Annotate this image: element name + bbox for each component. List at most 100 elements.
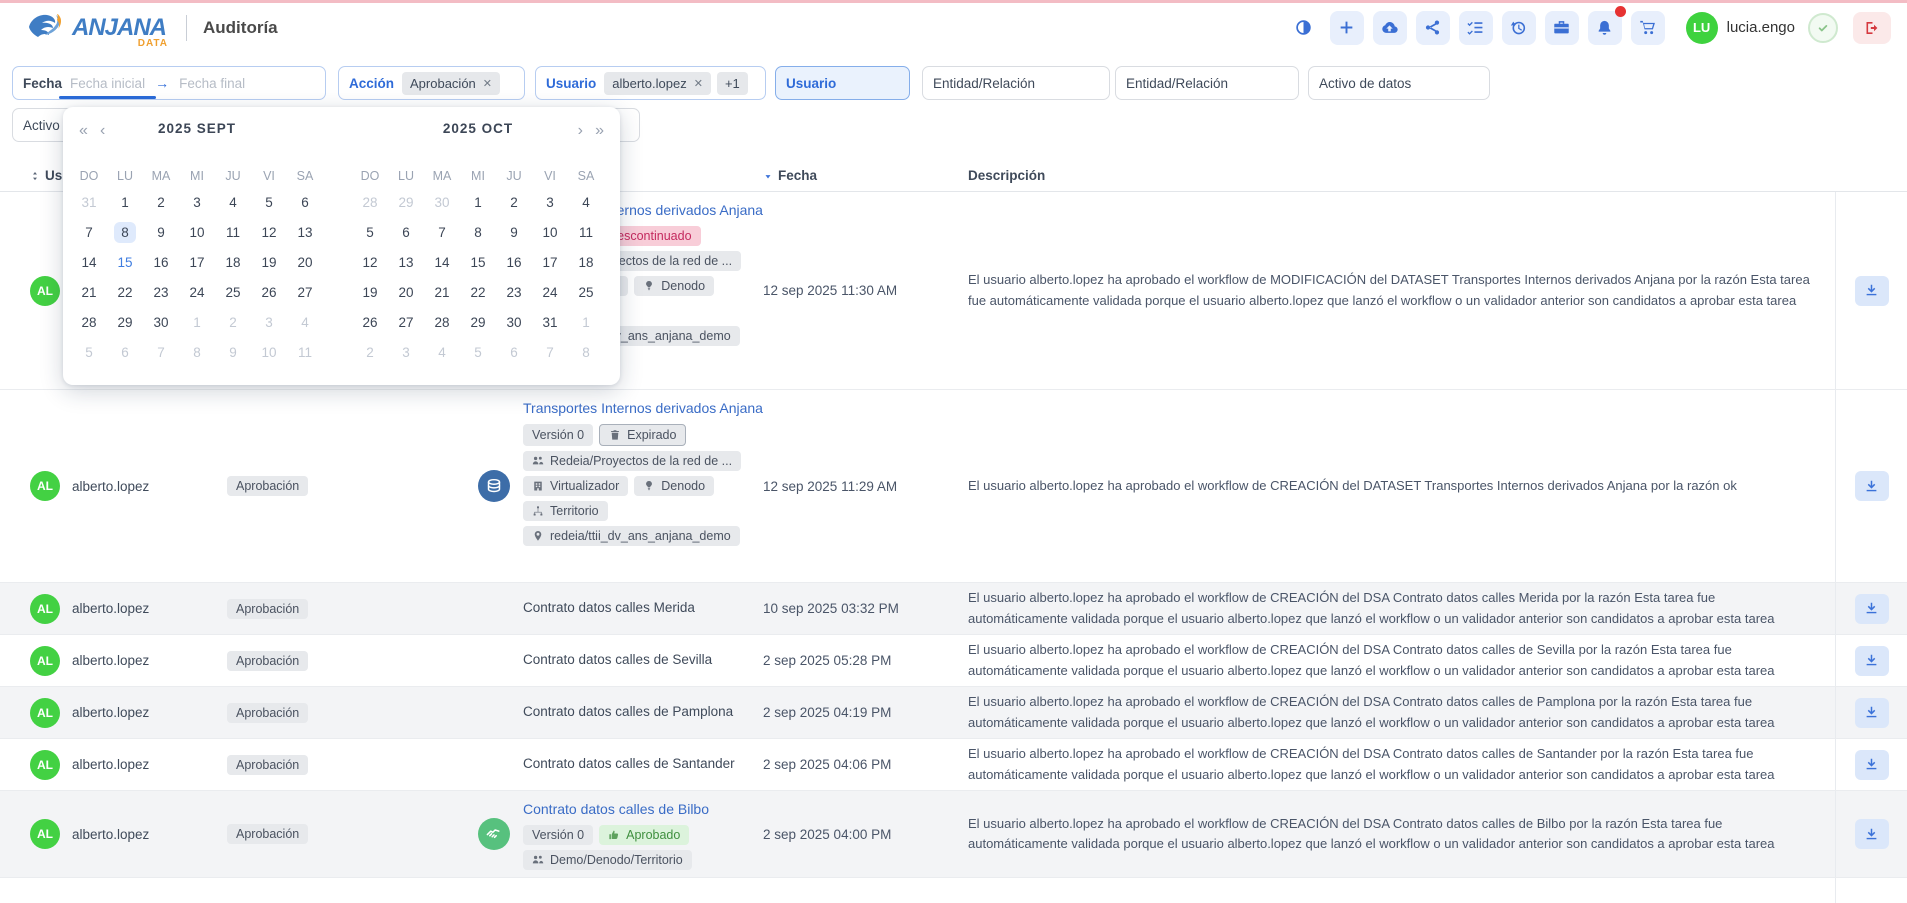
calendar-day[interactable]: 3 <box>251 307 287 337</box>
calendar-day[interactable]: 20 <box>388 277 424 307</box>
calendar-day[interactable]: 9 <box>496 217 532 247</box>
calendar-day[interactable]: 31 <box>532 307 568 337</box>
calendar-day[interactable]: 1 <box>107 187 143 217</box>
calendar-day[interactable]: 6 <box>388 217 424 247</box>
checklist-button[interactable] <box>1459 11 1493 45</box>
calendar-day[interactable]: 13 <box>388 247 424 277</box>
calendar-day[interactable]: 16 <box>496 247 532 277</box>
filter-chip-aprobacion[interactable]: Aprobación ✕ <box>402 72 500 95</box>
filter-entidad-relacion-2[interactable]: Entidad/Relación <box>1115 66 1299 100</box>
calendar-day[interactable]: 6 <box>107 337 143 367</box>
briefcase-button[interactable] <box>1545 11 1579 45</box>
calendar-prev-icon[interactable]: ‹ <box>100 123 105 139</box>
calendar-day[interactable]: 30 <box>143 307 179 337</box>
calendar-day[interactable]: 11 <box>287 337 323 367</box>
calendar-day[interactable]: 7 <box>424 217 460 247</box>
calendar-day[interactable]: 9 <box>215 337 251 367</box>
calendar-day[interactable]: 20 <box>287 247 323 277</box>
calendar-day[interactable]: 10 <box>532 217 568 247</box>
calendar-day[interactable]: 2 <box>215 307 251 337</box>
calendar-day[interactable]: 18 <box>568 247 604 277</box>
calendar-day[interactable]: 7 <box>71 217 107 247</box>
calendar-day[interactable]: 27 <box>287 277 323 307</box>
calendar-day[interactable]: 3 <box>179 187 215 217</box>
notifications-button[interactable] <box>1588 11 1622 45</box>
calendar-day[interactable]: 4 <box>287 307 323 337</box>
calendar-day[interactable]: 3 <box>388 337 424 367</box>
calendar-day[interactable]: 26 <box>352 307 388 337</box>
filter-activo-de-datos[interactable]: Activo de datos <box>1308 66 1490 100</box>
calendar-day[interactable]: 7 <box>532 337 568 367</box>
logout-button[interactable] <box>1853 12 1891 44</box>
calendar-day[interactable]: 18 <box>215 247 251 277</box>
calendar-day[interactable]: 25 <box>215 277 251 307</box>
filter-entidad-relacion-1[interactable]: Entidad/Relación <box>922 66 1110 100</box>
calendar-day[interactable]: 14 <box>71 247 107 277</box>
share-button[interactable] <box>1416 11 1450 45</box>
calendar-day[interactable]: 28 <box>424 307 460 337</box>
filter-usuario-2[interactable]: Usuario <box>775 66 910 100</box>
calendar-day[interactable]: 15 <box>460 247 496 277</box>
calendar-day[interactable]: 22 <box>107 277 143 307</box>
filter-chip-alberto-lopez[interactable]: alberto.lopez ✕ <box>604 72 711 95</box>
calendar-day[interactable]: 19 <box>251 247 287 277</box>
calendar-day[interactable]: 21 <box>424 277 460 307</box>
filter-usuario[interactable]: Usuario alberto.lopez ✕ +1 <box>535 66 766 100</box>
fecha-inicial-input[interactable]: Fecha inicial <box>70 76 145 91</box>
calendar-day[interactable]: 3 <box>532 187 568 217</box>
add-button[interactable] <box>1330 11 1364 45</box>
calendar-day[interactable]: 27 <box>388 307 424 337</box>
download-button[interactable] <box>1855 471 1889 501</box>
sort-desc-icon[interactable] <box>763 171 773 181</box>
calendar-day[interactable]: 2 <box>496 187 532 217</box>
remove-icon[interactable]: ✕ <box>694 77 703 90</box>
calendar-day[interactable]: 21 <box>71 277 107 307</box>
calendar-day[interactable]: 14 <box>424 247 460 277</box>
calendar-day[interactable]: 16 <box>143 247 179 277</box>
calendar-day[interactable]: 4 <box>568 187 604 217</box>
calendar-day[interactable]: 29 <box>460 307 496 337</box>
download-button[interactable] <box>1855 819 1889 849</box>
calendar-day[interactable]: 6 <box>287 187 323 217</box>
download-button[interactable] <box>1855 646 1889 676</box>
avatar[interactable]: LU <box>1686 12 1718 44</box>
calendar-day[interactable]: 25 <box>568 277 604 307</box>
calendar-day[interactable]: 28 <box>352 187 388 217</box>
fecha-final-input[interactable]: Fecha final <box>179 76 245 91</box>
calendar-day[interactable]: 2 <box>352 337 388 367</box>
calendar-day[interactable]: 8 <box>179 337 215 367</box>
calendar-day[interactable]: 19 <box>352 277 388 307</box>
calendar-day[interactable]: 17 <box>179 247 215 277</box>
calendar-day[interactable]: 17 <box>532 247 568 277</box>
calendar-day[interactable]: 28 <box>71 307 107 337</box>
calendar-day[interactable]: 9 <box>143 217 179 247</box>
calendar-day[interactable]: 1 <box>568 307 604 337</box>
history-button[interactable] <box>1502 11 1536 45</box>
calendar-day[interactable]: 22 <box>460 277 496 307</box>
download-button[interactable] <box>1855 698 1889 728</box>
calendar-day[interactable]: 13 <box>287 217 323 247</box>
calendar-day[interactable]: 11 <box>215 217 251 247</box>
calendar-day[interactable]: 31 <box>71 187 107 217</box>
calendar-day[interactable]: 29 <box>107 307 143 337</box>
filter-accion[interactable]: Acción Aprobación ✕ <box>338 66 525 100</box>
filter-fecha[interactable]: Fecha Fecha inicial → Fecha final <box>12 66 326 100</box>
user-menu[interactable]: LU lucia.engo <box>1686 12 1795 44</box>
calendar-day[interactable]: 11 <box>568 217 604 247</box>
calendar-day[interactable]: 5 <box>460 337 496 367</box>
download-button[interactable] <box>1855 750 1889 780</box>
asset-title[interactable]: Transportes Internos derivados Anjana <box>523 400 763 418</box>
contrast-button[interactable] <box>1287 11 1321 45</box>
calendar-day[interactable]: 2 <box>143 187 179 217</box>
calendar-day[interactable]: 29 <box>388 187 424 217</box>
calendar-day[interactable]: 8 <box>460 217 496 247</box>
download-button[interactable] <box>1855 276 1889 306</box>
calendar-day[interactable]: 30 <box>424 187 460 217</box>
remove-icon[interactable]: ✕ <box>483 77 492 90</box>
calendar-day[interactable]: 4 <box>424 337 460 367</box>
cloud-upload-button[interactable] <box>1373 11 1407 45</box>
calendar-day[interactable]: 24 <box>179 277 215 307</box>
calendar-day[interactable]: 7 <box>143 337 179 367</box>
download-button[interactable] <box>1855 594 1889 624</box>
cart-button[interactable] <box>1631 11 1665 45</box>
